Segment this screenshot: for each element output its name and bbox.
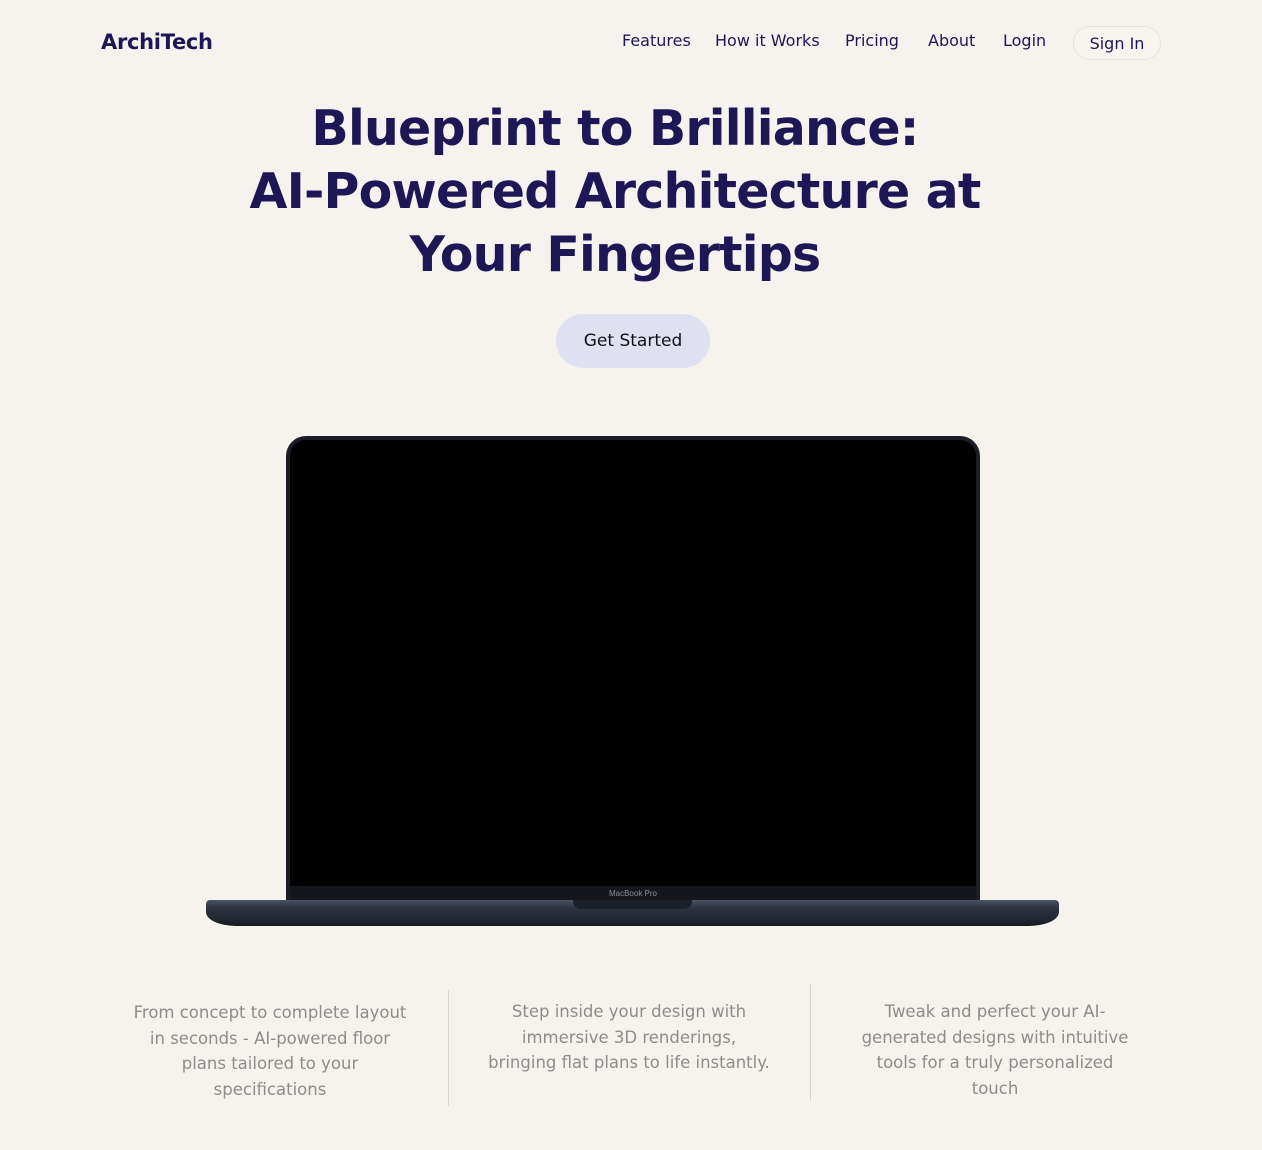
nav-item-how-it-works[interactable]: How it Works (715, 31, 820, 50)
hero-title-line: AI-Powered Architecture at (249, 163, 981, 220)
laptop-lid (286, 436, 980, 902)
laptop-notch (573, 900, 692, 909)
laptop-mockup: MacBook Pro (206, 436, 1059, 926)
feature-divider (810, 984, 811, 1100)
hero-title: Blueprint to Brilliance: AI-Powered Arch… (200, 97, 1030, 286)
nav-item-login[interactable]: Login (1003, 31, 1046, 50)
nav-item-about[interactable]: About (928, 31, 975, 50)
nav-item-pricing[interactable]: Pricing (845, 31, 899, 50)
laptop-screen (290, 440, 976, 886)
hero-title-line: Blueprint to Brilliance: (311, 100, 919, 157)
feature-divider (448, 990, 449, 1106)
laptop-model-label: MacBook Pro (290, 886, 976, 900)
sign-in-button[interactable]: Sign In (1073, 26, 1161, 60)
hero-title-line: Your Fingertips (409, 226, 822, 283)
feature-3d-renderings: Step inside your design with immersive 3… (488, 1002, 770, 1072)
feature-floor-plans: From concept to complete layout in secon… (133, 1003, 407, 1099)
get-started-button[interactable]: Get Started (556, 314, 710, 368)
nav-item-features[interactable]: Features (622, 31, 691, 50)
feature-customization: Tweak and perfect your AI-generated desi… (861, 1002, 1129, 1098)
